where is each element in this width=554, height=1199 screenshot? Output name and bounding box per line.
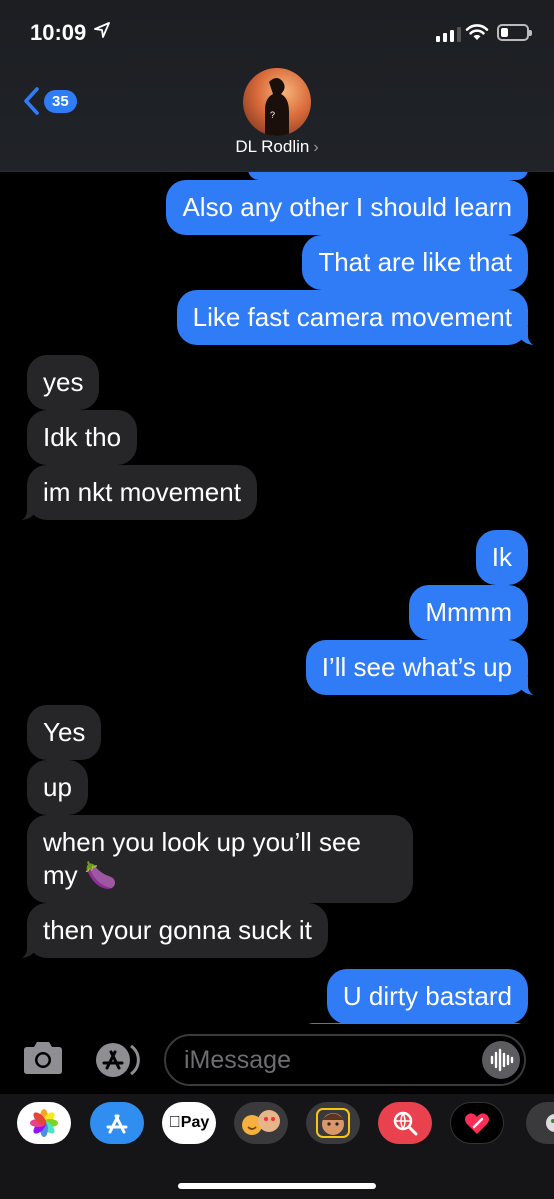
compose-bar: iMessage (0, 1024, 554, 1094)
contact-name-button[interactable]: DL Rodlin › (0, 137, 554, 157)
memoji-stickers-icon[interactable] (234, 1102, 288, 1144)
image-search-icon[interactable] (378, 1102, 432, 1144)
message-bubble-received[interactable]: yes (27, 355, 100, 410)
message-bubble-sent[interactable]: Ik (475, 530, 528, 585)
apple-pay-icon[interactable]: Pay (162, 1102, 216, 1144)
home-indicator[interactable] (178, 1183, 376, 1189)
heart-icon (465, 1113, 489, 1134)
photos-flower-icon (30, 1109, 58, 1137)
audio-message-button[interactable] (482, 1041, 520, 1079)
message-thread[interactable]: Also any other I should learn That are l… (0, 172, 554, 1024)
chevron-left-icon (24, 87, 39, 115)
app-store-icon[interactable] (90, 1102, 144, 1144)
apple-pay-label: Pay (169, 1114, 209, 1131)
digital-touch-icon[interactable] (450, 1102, 504, 1144)
message-bubble-sent[interactable]: Also any other I should learn (166, 180, 528, 235)
message-bubble-sent[interactable]: U dirty bastard (326, 969, 528, 1024)
status-time: 10:09 (30, 20, 87, 45)
contact-avatar[interactable]: ? (243, 68, 311, 136)
memoji-faces-icon (242, 1110, 280, 1135)
app-store-glyph-icon (106, 1114, 128, 1134)
message-bubble-sent[interactable]: Mmmm (409, 585, 528, 640)
chevron-right-icon: › (313, 139, 319, 156)
imessage-placeholder: iMessage (184, 1046, 291, 1074)
sticker-app-icon (546, 1114, 554, 1132)
status-bar: 10:09 (0, 0, 554, 60)
battery-icon (497, 24, 532, 41)
imessage-input[interactable]: iMessage (164, 1034, 526, 1086)
unread-count-badge: 35 (44, 89, 77, 113)
message-bubble-received[interactable]: then your gonna suck it (13, 903, 328, 959)
back-button[interactable]: 35 (22, 86, 77, 116)
message-bubble-partial (248, 172, 528, 180)
conversation-header: 10:09 35 ? DL Rodlin › (0, 0, 554, 172)
more-apps-icon[interactable] (526, 1102, 554, 1144)
message-bubble-received[interactable]: im nkt movement (13, 465, 257, 521)
message-bubble-sent[interactable]: I’ll see what’s up (305, 640, 543, 696)
contact-name: DL Rodlin (235, 137, 310, 156)
waveform-icon (490, 1048, 514, 1072)
wifi-icon (465, 24, 489, 40)
location-arrow-icon (94, 22, 110, 38)
globe-search-icon (393, 1111, 418, 1136)
message-bubble-received[interactable]: when you look up you’ll see my 🍆 (27, 815, 413, 903)
message-bubble-sent[interactable]: That are like that (302, 235, 528, 290)
person-silhouette-icon: ? (265, 78, 289, 136)
message-bubble-received[interactable]: Yes (27, 705, 102, 760)
message-bubble-sent[interactable]: Like fast camera movement (176, 290, 543, 346)
animoji-face-icon (316, 1108, 350, 1138)
animoji-icon[interactable] (306, 1102, 360, 1144)
message-bubble-received[interactable]: Idk tho (27, 410, 138, 465)
cellular-signal-icon (436, 26, 461, 42)
photos-icon[interactable] (17, 1102, 71, 1144)
svg-text:?: ? (270, 110, 275, 120)
app-store-button-icon[interactable] (93, 1040, 143, 1080)
message-bubble-received[interactable]: up (27, 760, 88, 815)
camera-icon[interactable] (20, 1040, 66, 1076)
